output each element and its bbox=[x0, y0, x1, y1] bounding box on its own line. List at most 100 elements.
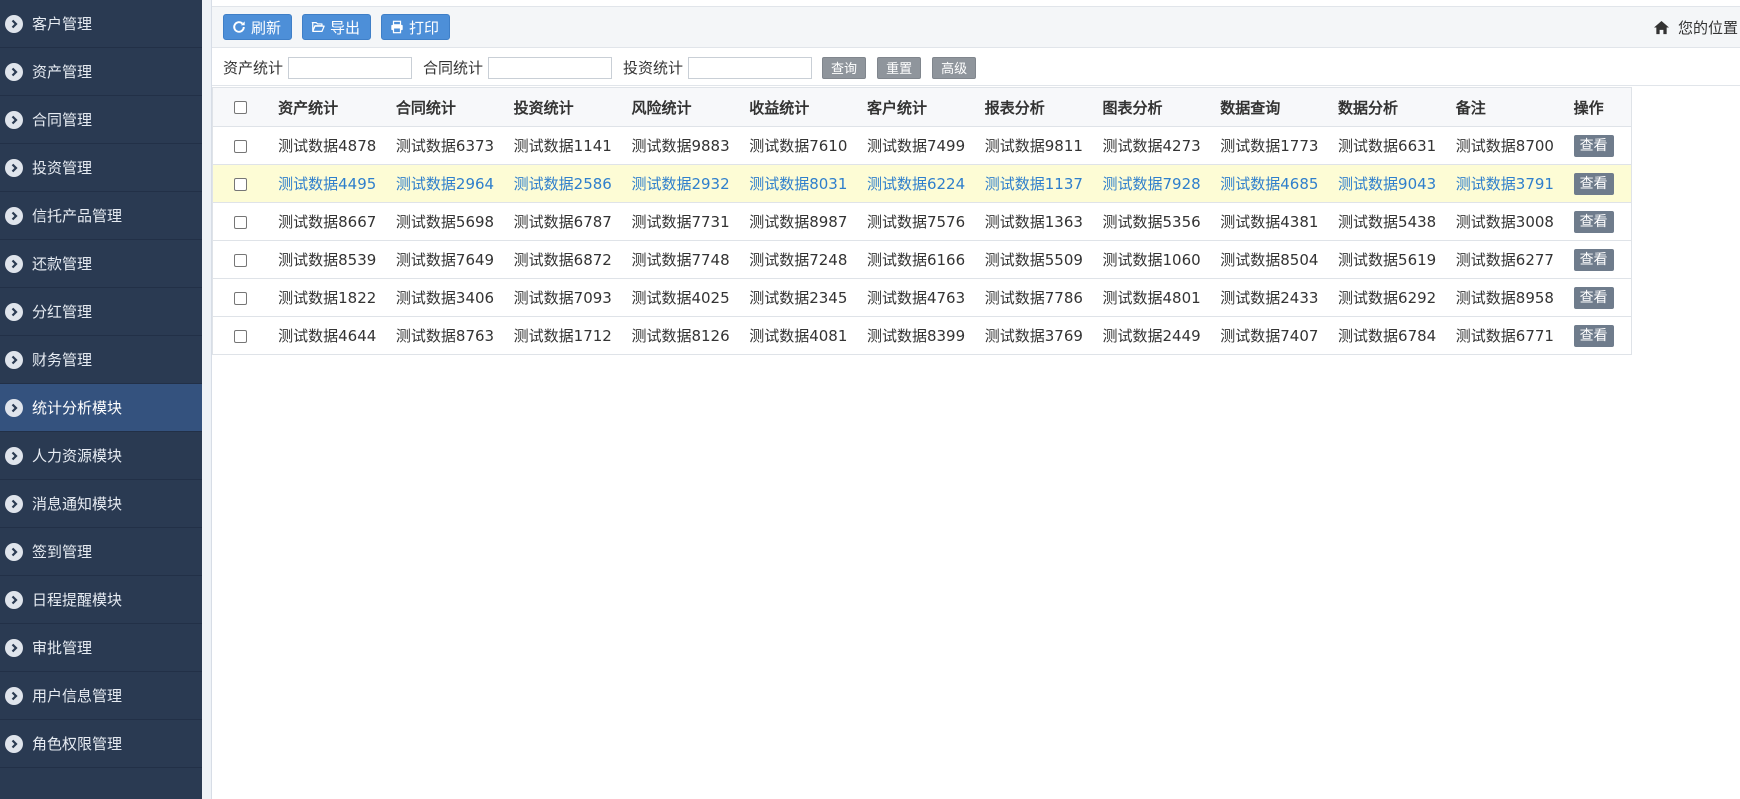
view-button[interactable]: 查看 bbox=[1573, 172, 1614, 195]
table-cell: 测试数据8958 bbox=[1455, 278, 1574, 317]
sidebar-item-9[interactable]: 人力资源模块 bbox=[0, 432, 202, 480]
table-cell: 测试数据4081 bbox=[749, 316, 867, 355]
table-body: 测试数据4878 测试数据6373 测试数据1141 测试数据9883 测试数据7610… bbox=[212, 126, 1632, 355]
contract-stats-input[interactable] bbox=[488, 56, 613, 79]
export-button[interactable]: 导出 bbox=[302, 14, 372, 40]
table-row[interactable]: 测试数据4644 测试数据8763 测试数据1712 测试数据8126 测试数据4081… bbox=[212, 316, 1632, 355]
row-action-cell: 查看 bbox=[1573, 278, 1632, 317]
chevron-circle-right-icon bbox=[5, 206, 23, 225]
table-cell: 测试数据7093 bbox=[513, 278, 632, 317]
sidebar-item-label: 审批管理 bbox=[32, 639, 93, 657]
table-cell: 测试数据7407 bbox=[1220, 316, 1339, 355]
view-button[interactable]: 查看 bbox=[1573, 324, 1614, 347]
table-cell: 测试数据6373 bbox=[395, 126, 514, 165]
sidebar-item-4[interactable]: 信托产品管理 bbox=[0, 192, 202, 240]
sidebar-item-label: 用户信息管理 bbox=[32, 687, 123, 705]
table-cell: 测试数据1141 bbox=[513, 126, 632, 165]
sidebar-item-label: 签到管理 bbox=[32, 543, 93, 561]
chevron-circle-right-icon bbox=[5, 14, 23, 33]
row-select-cell bbox=[212, 202, 279, 241]
table-row[interactable]: 测试数据4495 测试数据2964 测试数据2586 测试数据2932 测试数据8031… bbox=[212, 164, 1632, 203]
select-all-checkbox[interactable] bbox=[234, 101, 247, 114]
table-row[interactable]: 测试数据1822 测试数据3406 测试数据7093 测试数据4025 测试数据2345… bbox=[212, 278, 1632, 317]
print-button[interactable]: 打印 bbox=[381, 14, 451, 40]
table-row[interactable]: 测试数据8667 测试数据5698 测试数据6787 测试数据7731 测试数据8987… bbox=[212, 202, 1632, 241]
sidebar-item-13[interactable]: 审批管理 bbox=[0, 624, 202, 672]
search-bar: 资产统计 合同统计 投资统计 查询 重置 高级 bbox=[212, 50, 1740, 86]
table-cell: 测试数据5438 bbox=[1338, 202, 1456, 241]
sidebar-item-10[interactable]: 消息通知模块 bbox=[0, 480, 202, 528]
select-all-cell bbox=[212, 87, 279, 127]
row-checkbox[interactable] bbox=[234, 253, 247, 267]
column-header: 图表分析 bbox=[1102, 87, 1221, 127]
toolbar: 刷新 导出 打印 您的位置 bbox=[212, 6, 1740, 48]
table-cell: 测试数据8126 bbox=[631, 316, 750, 355]
print-icon bbox=[391, 20, 403, 34]
view-button[interactable]: 查看 bbox=[1573, 210, 1614, 233]
table-cell: 测试数据7748 bbox=[631, 240, 750, 279]
sidebar-item-0[interactable]: 客户管理 bbox=[0, 0, 202, 48]
chevron-circle-right-icon bbox=[5, 638, 23, 657]
chevron-circle-right-icon bbox=[5, 62, 23, 81]
sidebar-item-3[interactable]: 投资管理 bbox=[0, 144, 202, 192]
row-action-cell: 查看 bbox=[1573, 202, 1632, 241]
sidebar-item-8[interactable]: 统计分析模块 bbox=[0, 384, 202, 432]
table-cell: 测试数据5619 bbox=[1338, 240, 1456, 279]
advanced-button[interactable]: 高级 bbox=[932, 56, 977, 79]
table-cell: 测试数据6224 bbox=[866, 164, 985, 203]
row-checkbox[interactable] bbox=[234, 329, 247, 343]
asset-stats-input[interactable] bbox=[288, 56, 413, 79]
column-header: 收益统计 bbox=[749, 87, 867, 127]
reset-button[interactable]: 重置 bbox=[877, 56, 922, 79]
view-button[interactable]: 查看 bbox=[1573, 248, 1614, 271]
chevron-circle-right-icon bbox=[5, 110, 23, 129]
refresh-button[interactable]: 刷新 bbox=[223, 14, 293, 40]
table-cell: 测试数据2964 bbox=[395, 164, 514, 203]
sidebar-item-label: 财务管理 bbox=[32, 351, 93, 369]
sidebar-item-label: 投资管理 bbox=[32, 159, 93, 177]
table-row[interactable]: 测试数据4878 测试数据6373 测试数据1141 测试数据9883 测试数据7610… bbox=[212, 126, 1632, 165]
table-cell: 测试数据6166 bbox=[866, 240, 985, 279]
table-cell: 测试数据1712 bbox=[513, 316, 632, 355]
location-indicator: 您的位置 bbox=[1653, 7, 1738, 47]
table-cell: 测试数据7731 bbox=[631, 202, 750, 241]
view-button[interactable]: 查看 bbox=[1573, 286, 1614, 309]
column-header: 客户统计 bbox=[866, 87, 985, 127]
row-select-cell bbox=[212, 126, 279, 165]
table-cell: 测试数据6277 bbox=[1455, 240, 1574, 279]
row-checkbox[interactable] bbox=[234, 177, 247, 191]
row-checkbox[interactable] bbox=[234, 139, 247, 153]
table-cell: 测试数据5356 bbox=[1102, 202, 1221, 241]
sidebar-item-11[interactable]: 签到管理 bbox=[0, 528, 202, 576]
table-cell: 测试数据6771 bbox=[1455, 316, 1574, 355]
sidebar-item-1[interactable]: 资产管理 bbox=[0, 48, 202, 96]
row-checkbox[interactable] bbox=[234, 291, 247, 305]
table-cell: 测试数据7928 bbox=[1102, 164, 1221, 203]
table-cell: 测试数据2932 bbox=[631, 164, 750, 203]
row-checkbox[interactable] bbox=[234, 215, 247, 229]
chevron-circle-right-icon bbox=[5, 302, 23, 321]
contract-stats-label: 合同统计 bbox=[423, 59, 484, 77]
table-cell: 测试数据8667 bbox=[278, 202, 396, 241]
sidebar-item-5[interactable]: 还款管理 bbox=[0, 240, 202, 288]
print-label: 打印 bbox=[409, 18, 440, 37]
chevron-circle-right-icon bbox=[5, 494, 23, 513]
sidebar-item-7[interactable]: 财务管理 bbox=[0, 336, 202, 384]
table-cell: 测试数据1363 bbox=[984, 202, 1103, 241]
table-cell: 测试数据6292 bbox=[1338, 278, 1456, 317]
sidebar-item-2[interactable]: 合同管理 bbox=[0, 96, 202, 144]
query-button[interactable]: 查询 bbox=[822, 56, 867, 79]
table-cell: 测试数据6787 bbox=[513, 202, 632, 241]
view-button[interactable]: 查看 bbox=[1573, 134, 1614, 157]
chevron-circle-right-icon bbox=[5, 398, 23, 417]
sidebar-item-12[interactable]: 日程提醒模块 bbox=[0, 576, 202, 624]
sidebar-item-14[interactable]: 用户信息管理 bbox=[0, 672, 202, 720]
investment-stats-input[interactable] bbox=[688, 56, 813, 79]
table-cell: 测试数据7248 bbox=[749, 240, 867, 279]
table-cell: 测试数据7576 bbox=[866, 202, 985, 241]
refresh-label: 刷新 bbox=[251, 18, 282, 37]
sidebar-item-6[interactable]: 分红管理 bbox=[0, 288, 202, 336]
table-cell: 测试数据7499 bbox=[866, 126, 985, 165]
table-row[interactable]: 测试数据8539 测试数据7649 测试数据6872 测试数据7748 测试数据7248… bbox=[212, 240, 1632, 279]
sidebar-item-15[interactable]: 角色权限管理 bbox=[0, 720, 202, 768]
